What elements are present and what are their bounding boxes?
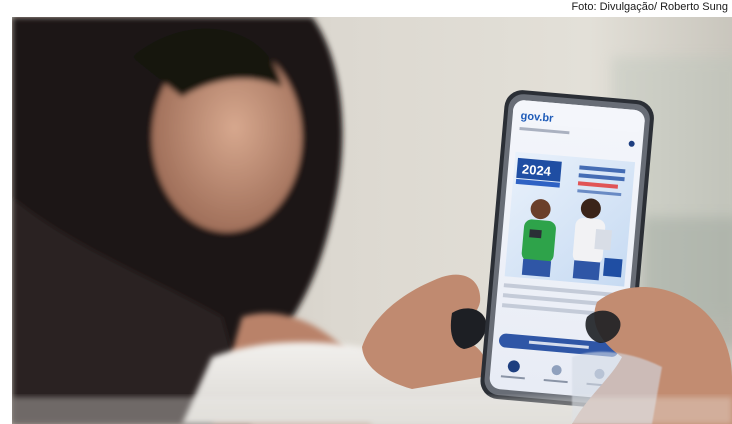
photo-illustration: gov.br 2024 <box>12 17 732 424</box>
banner-year: 2024 <box>521 161 552 179</box>
photo: gov.br 2024 <box>12 17 732 424</box>
news-photo-figure: Foto: Divulgação/ Roberto Sung gov.br 20… <box>0 0 732 424</box>
photo-credit: Foto: Divulgação/ Roberto Sung <box>571 1 728 13</box>
